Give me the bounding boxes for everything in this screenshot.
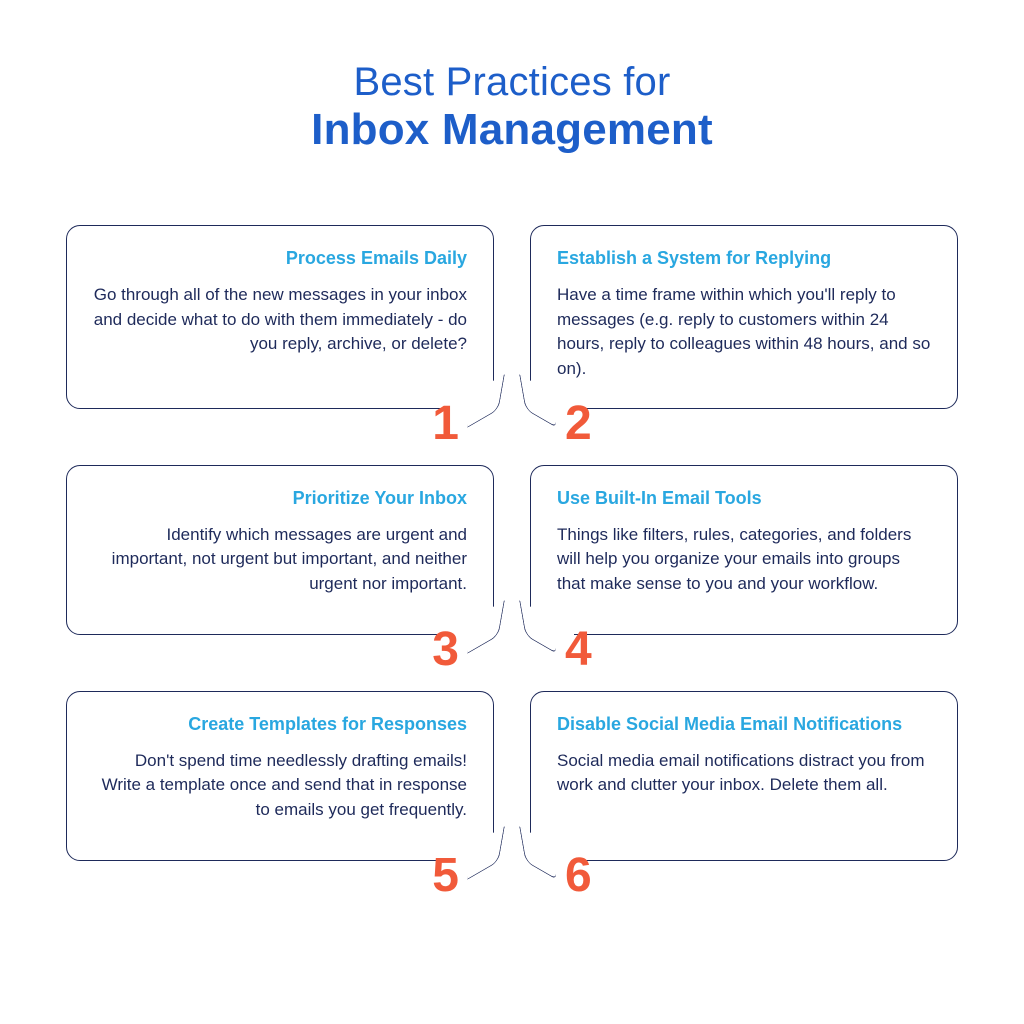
bubble-tail-icon bbox=[467, 600, 505, 654]
card-number: 2 bbox=[565, 400, 592, 448]
card-title: Establish a System for Replying bbox=[557, 248, 931, 269]
card-body: Don't spend time needlessly drafting ema… bbox=[93, 749, 467, 823]
cards-grid: Process Emails Daily Go through all of t… bbox=[60, 225, 964, 861]
card-5: Create Templates for Responses Don't spe… bbox=[66, 691, 494, 861]
title-line-2: Inbox Management bbox=[60, 105, 964, 155]
title-line-1: Best Practices for bbox=[60, 60, 964, 105]
card-title: Prioritize Your Inbox bbox=[93, 488, 467, 509]
card-number: 4 bbox=[565, 626, 592, 674]
card-title: Process Emails Daily bbox=[93, 248, 467, 269]
card-body: Social media email notifications distrac… bbox=[557, 749, 931, 798]
card-title: Use Built-In Email Tools bbox=[557, 488, 931, 509]
page-title: Best Practices for Inbox Management bbox=[60, 60, 964, 155]
card-title: Create Templates for Responses bbox=[93, 714, 467, 735]
card-3: Prioritize Your Inbox Identify which mes… bbox=[66, 465, 494, 635]
card-body: Things like filters, rules, categories, … bbox=[557, 523, 931, 597]
card-title: Disable Social Media Email Notifications bbox=[557, 714, 931, 735]
card-number: 1 bbox=[432, 400, 459, 448]
card-body: Have a time frame within which you'll re… bbox=[557, 283, 931, 382]
card-1: Process Emails Daily Go through all of t… bbox=[66, 225, 494, 409]
card-number: 3 bbox=[432, 626, 459, 674]
bubble-tail-icon bbox=[519, 600, 557, 654]
bubble-tail-icon bbox=[519, 374, 557, 428]
bubble-tail-icon bbox=[467, 374, 505, 428]
card-body: Identify which messages are urgent and i… bbox=[93, 523, 467, 597]
infographic-page: Best Practices for Inbox Management Proc… bbox=[0, 0, 1024, 1024]
card-body: Go through all of the new messages in yo… bbox=[93, 283, 467, 357]
card-number: 5 bbox=[432, 852, 459, 900]
card-number: 6 bbox=[565, 852, 592, 900]
bubble-tail-icon bbox=[467, 826, 505, 880]
card-4: Use Built-In Email Tools Things like fil… bbox=[530, 465, 958, 635]
bubble-tail-icon bbox=[519, 826, 557, 880]
card-2: Establish a System for Replying Have a t… bbox=[530, 225, 958, 409]
card-6: Disable Social Media Email Notifications… bbox=[530, 691, 958, 861]
